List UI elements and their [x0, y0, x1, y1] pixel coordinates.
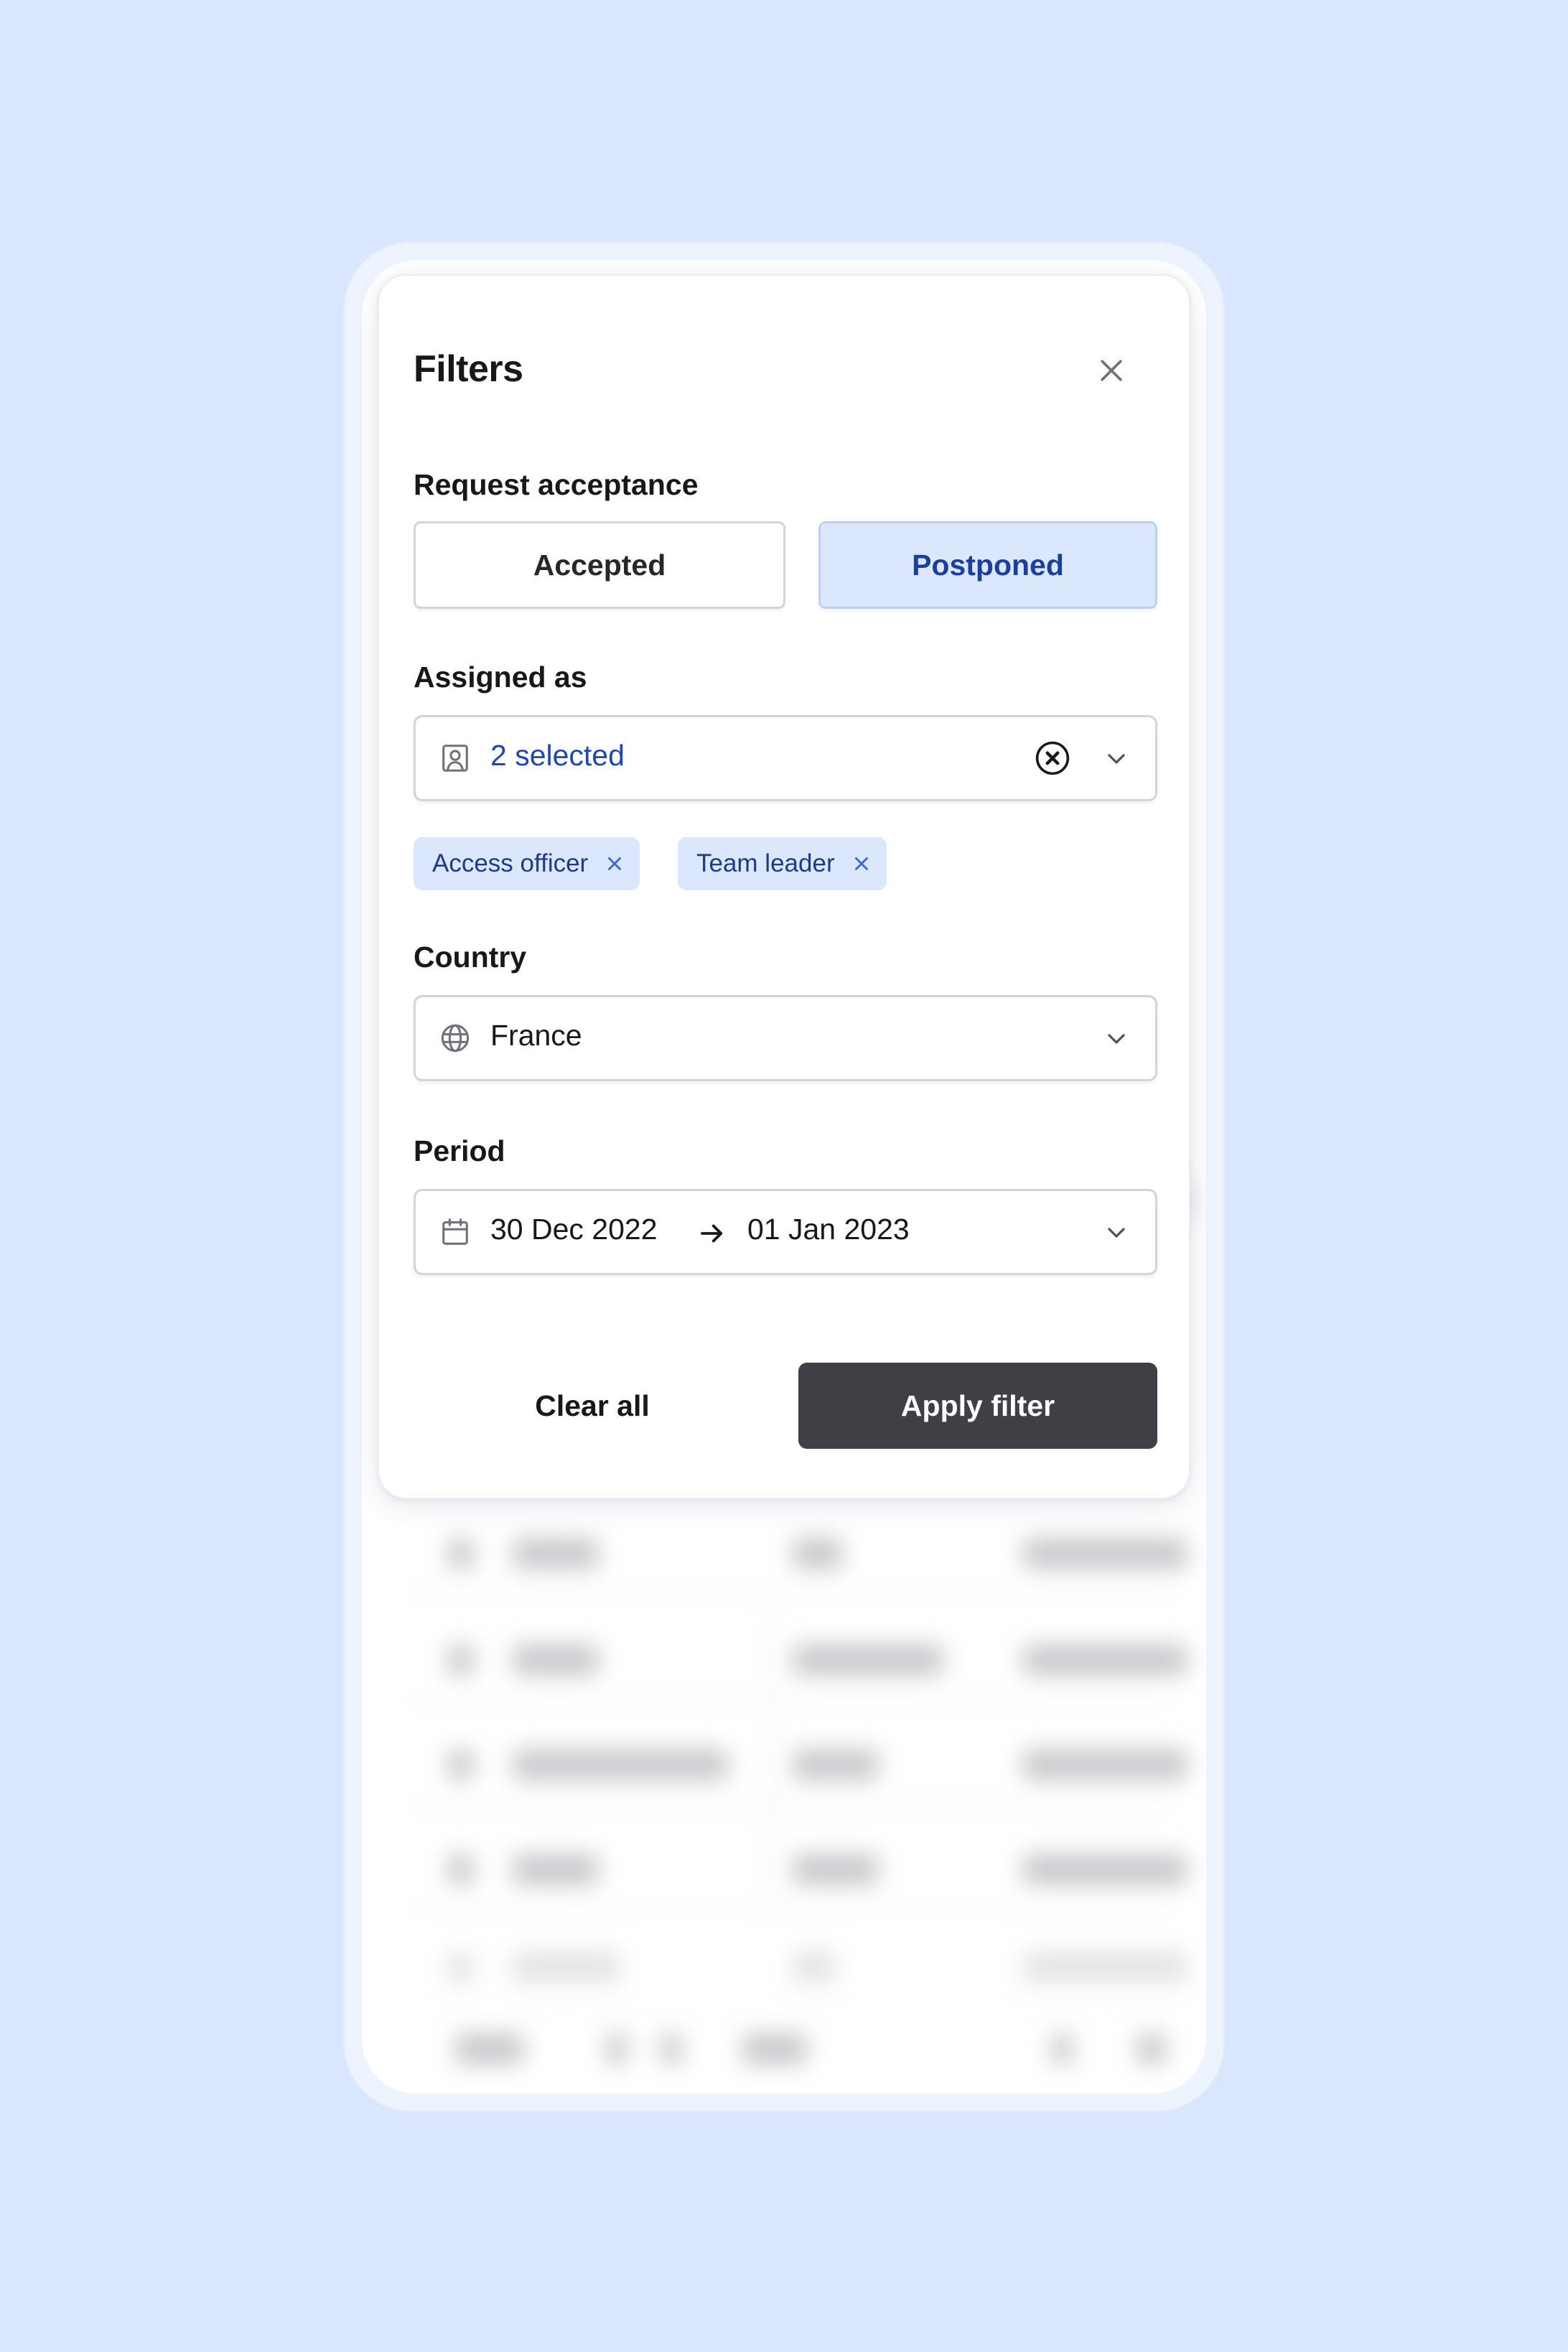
clear-circle-icon[interactable] [1033, 739, 1072, 778]
accepted-option[interactable]: Accepted [414, 521, 785, 609]
country-label: Country [414, 941, 527, 974]
chevron-down-icon [1108, 1034, 1125, 1044]
period-end: 01 Jan 2023 [747, 1213, 910, 1246]
period-select[interactable]: 30 Dec 2022 01 Jan 2023 [414, 1189, 1157, 1275]
chip-access-officer: Access officer [414, 837, 640, 890]
country-value: France [490, 1019, 582, 1052]
globe-icon [441, 1024, 470, 1053]
arrow-right-icon [701, 1224, 723, 1243]
assigned-as-select[interactable]: 2 selected [414, 715, 1157, 801]
country-select[interactable]: France [414, 995, 1157, 1081]
chip-team-leader: Team leader [678, 837, 887, 890]
chevron-down-icon [1108, 1228, 1125, 1238]
postponed-option[interactable]: Postponed [818, 521, 1157, 609]
close-button[interactable] [1090, 349, 1133, 392]
period-start: 30 Dec 2022 [490, 1213, 658, 1246]
clear-all-button[interactable]: Clear all [414, 1363, 771, 1449]
calendar-icon [442, 1218, 468, 1245]
user-badge-icon [442, 745, 468, 772]
assigned-as-label: Assigned as [414, 661, 587, 694]
apply-filter-button[interactable]: Apply filter [798, 1363, 1157, 1449]
remove-x-icon[interactable] [851, 853, 872, 874]
request-acceptance-label: Request acceptance [414, 468, 699, 501]
remove-x-icon[interactable] [604, 853, 625, 874]
chevron-down-icon [1108, 754, 1125, 764]
chip-label: Team leader [696, 849, 835, 877]
chip-label: Access officer [432, 849, 589, 877]
filters-modal: Filters Request acceptance Accepted Post… [378, 274, 1190, 1499]
assigned-as-value: 2 selected [490, 739, 625, 772]
modal-title: Filters [414, 348, 523, 390]
period-label: Period [414, 1134, 505, 1167]
close-icon [1101, 360, 1122, 381]
